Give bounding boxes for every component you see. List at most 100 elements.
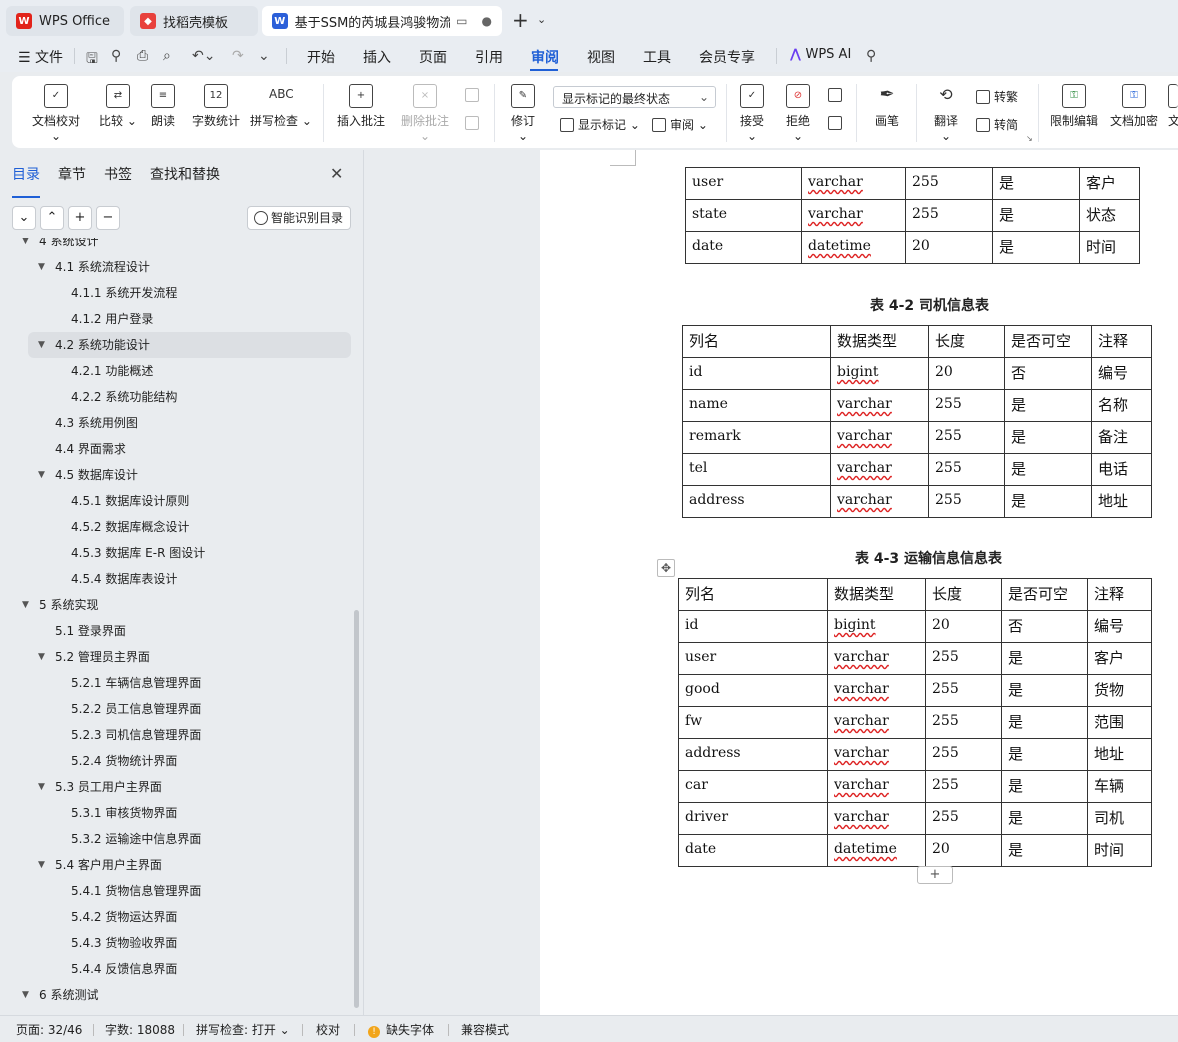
table-header-cell[interactable]: 长度 xyxy=(928,325,1005,358)
table-header-cell[interactable]: 列名 xyxy=(682,325,831,358)
page-indicator[interactable]: 页面: 32/46 xyxy=(16,1021,82,1038)
table-header-cell[interactable]: 是否可空 xyxy=(1001,578,1088,611)
table-cell[interactable]: driver xyxy=(678,802,828,835)
table-cell[interactable]: 是 xyxy=(992,167,1080,200)
toc-item[interactable]: 4.1.1 系统开发流程 xyxy=(0,280,364,306)
table-transport-info[interactable]: 列名 数据类型 长度 是否可空 注释 id bigint 20 否 编号 user varchar 25… xyxy=(678,578,1152,867)
table-cell[interactable]: 255 xyxy=(928,485,1005,518)
table-cell[interactable]: 是 xyxy=(1001,834,1088,867)
table-cell[interactable]: 255 xyxy=(925,770,1002,803)
toc-item[interactable]: 4.2.2 系统功能结构 xyxy=(0,384,364,410)
table-header-cell[interactable]: 数据类型 xyxy=(830,325,929,358)
tab-toc[interactable]: 目录 xyxy=(12,164,40,184)
menu-insert[interactable]: 插入 xyxy=(363,47,391,67)
table-cell[interactable]: varchar xyxy=(830,485,929,518)
expand-arrow-icon[interactable]: ▼ xyxy=(38,462,45,488)
table-cell[interactable]: 是 xyxy=(1004,485,1092,518)
doc-check-button[interactable]: ✓ 文档校对 ⌄ xyxy=(28,84,84,143)
table-cell[interactable]: date xyxy=(685,231,802,264)
table-cell[interactable]: car xyxy=(678,770,828,803)
table-cell[interactable]: 备注 xyxy=(1091,421,1152,454)
table-cell[interactable]: 255 xyxy=(925,674,1002,707)
toc-item[interactable]: ▼ 5.3 员工用户主界面 xyxy=(0,774,364,800)
delete-comment-button[interactable]: × 删除批注 ⌄ xyxy=(396,84,454,143)
table-cell[interactable]: address xyxy=(678,738,828,771)
table-cell[interactable]: 电话 xyxy=(1091,453,1152,486)
table-cell[interactable]: remark xyxy=(682,421,831,454)
toc-item[interactable]: ▼ 6 系统测试 xyxy=(0,982,364,1008)
table-cell[interactable]: 客户 xyxy=(1079,167,1140,200)
toc-item[interactable]: 5.2.3 司机信息管理界面 xyxy=(0,722,364,748)
table-cell[interactable]: bigint xyxy=(827,610,926,643)
toc-item[interactable]: 5.1 登录界面 xyxy=(0,618,364,644)
table-cell[interactable]: 是 xyxy=(1004,389,1092,422)
document-page[interactable]: user varchar 255 是客户 state varchar 255 是状态 date d… xyxy=(540,150,1178,1015)
table-header-cell[interactable]: 注释 xyxy=(1087,578,1152,611)
table-header-cell[interactable]: 数据类型 xyxy=(827,578,926,611)
table-cell[interactable]: 名称 xyxy=(1091,389,1152,422)
expand-arrow-icon[interactable]: ▼ xyxy=(22,238,29,254)
table-cell[interactable]: 是 xyxy=(1001,706,1088,739)
table-cell[interactable]: 状态 xyxy=(1079,199,1140,232)
expand-arrow-icon[interactable]: ▼ xyxy=(22,592,29,618)
table-cell[interactable]: varchar xyxy=(827,674,926,707)
table-cell[interactable]: 地址 xyxy=(1091,485,1152,518)
insert-comment-button[interactable]: + 插入批注 xyxy=(334,84,388,129)
expand-group-icon[interactable]: ↘ xyxy=(1026,134,1033,143)
read-aloud-button[interactable]: ≡ 朗读 xyxy=(148,84,178,129)
table-cell[interactable]: 是 xyxy=(992,231,1080,264)
toc-item[interactable]: ▼ 5 系统实现 xyxy=(0,592,364,618)
table-cell[interactable]: 编号 xyxy=(1091,357,1152,390)
expand-arrow-icon[interactable]: ▼ xyxy=(38,332,45,358)
translate-button[interactable]: ⟲ 翻译 ⌄ xyxy=(928,84,964,143)
toc-item[interactable]: 5.2.2 员工信息管理界面 xyxy=(0,696,364,722)
table-cell[interactable]: varchar xyxy=(830,421,929,454)
collapse-up-button[interactable]: ⌃ xyxy=(40,206,64,230)
toc-item[interactable]: 5.4.3 货物验收界面 xyxy=(0,930,364,956)
tab-find-replace[interactable]: 查找和替换 xyxy=(150,164,220,184)
table-cell[interactable]: 255 xyxy=(925,642,1002,675)
toc-item[interactable]: 5.4.4 反馈信息界面 xyxy=(0,956,364,982)
table-cell[interactable]: 时间 xyxy=(1079,231,1140,264)
expand-arrow-icon[interactable]: ▼ xyxy=(38,644,45,670)
expand-all-button[interactable]: + xyxy=(68,206,92,230)
table-cell[interactable]: 否 xyxy=(1001,610,1088,643)
collapse-down-button[interactable]: ⌄ xyxy=(12,206,36,230)
table-cell[interactable]: varchar xyxy=(801,199,906,232)
table-cell[interactable]: 编号 xyxy=(1087,610,1152,643)
word-count-indicator[interactable]: 字数: 18088 xyxy=(105,1021,175,1038)
print-preview-icon[interactable]: ⌕ xyxy=(163,48,171,64)
word-count-button[interactable]: 12 字数统计 xyxy=(190,84,242,129)
save-icon[interactable]: 🖫 xyxy=(86,48,98,72)
table-cell[interactable]: 范围 xyxy=(1087,706,1152,739)
table-cell[interactable]: fw xyxy=(678,706,828,739)
table-cell[interactable]: varchar xyxy=(827,770,926,803)
close-icon[interactable]: ✕ xyxy=(330,164,343,183)
proof-status[interactable]: 校对 xyxy=(316,1021,340,1038)
toc-item[interactable]: 5.2.4 货物统计界面 xyxy=(0,748,364,774)
spell-check-button[interactable]: ABC 拼写检查 ⌄ xyxy=(250,84,312,129)
table-cell[interactable]: 是 xyxy=(1001,770,1088,803)
undo-icon[interactable]: ↶⌄ xyxy=(192,48,215,64)
toc-item[interactable]: ▼ 4.1 系统流程设计 xyxy=(0,254,364,280)
table-cell[interactable]: 地址 xyxy=(1087,738,1152,771)
table-cell[interactable]: 是 xyxy=(1004,453,1092,486)
search-icon[interactable]: ⚲ xyxy=(866,48,876,64)
to-simplified-button[interactable]: 转简 xyxy=(976,116,1018,133)
file-menu[interactable]: ☰ 文件 xyxy=(18,47,63,67)
menu-page[interactable]: 页面 xyxy=(419,47,447,67)
table-cell[interactable]: 255 xyxy=(928,453,1005,486)
table-cell[interactable]: 20 xyxy=(905,231,993,264)
table-cell[interactable]: state xyxy=(685,199,802,232)
table-cell[interactable]: 是 xyxy=(1001,674,1088,707)
expand-arrow-icon[interactable]: ▼ xyxy=(38,774,45,800)
table-cell[interactable]: user xyxy=(678,642,828,675)
to-traditional-button[interactable]: 转繁 xyxy=(976,88,1018,105)
table-cell[interactable]: 255 xyxy=(925,802,1002,835)
table-cell[interactable]: 255 xyxy=(928,389,1005,422)
menu-tools[interactable]: 工具 xyxy=(643,47,671,67)
missing-font-status[interactable]: ! 缺失字体 xyxy=(368,1021,434,1038)
table-move-handle-icon[interactable]: ✥ xyxy=(657,559,675,577)
menu-reference[interactable]: 引用 xyxy=(475,47,503,67)
table-cell[interactable]: 255 xyxy=(905,167,993,200)
